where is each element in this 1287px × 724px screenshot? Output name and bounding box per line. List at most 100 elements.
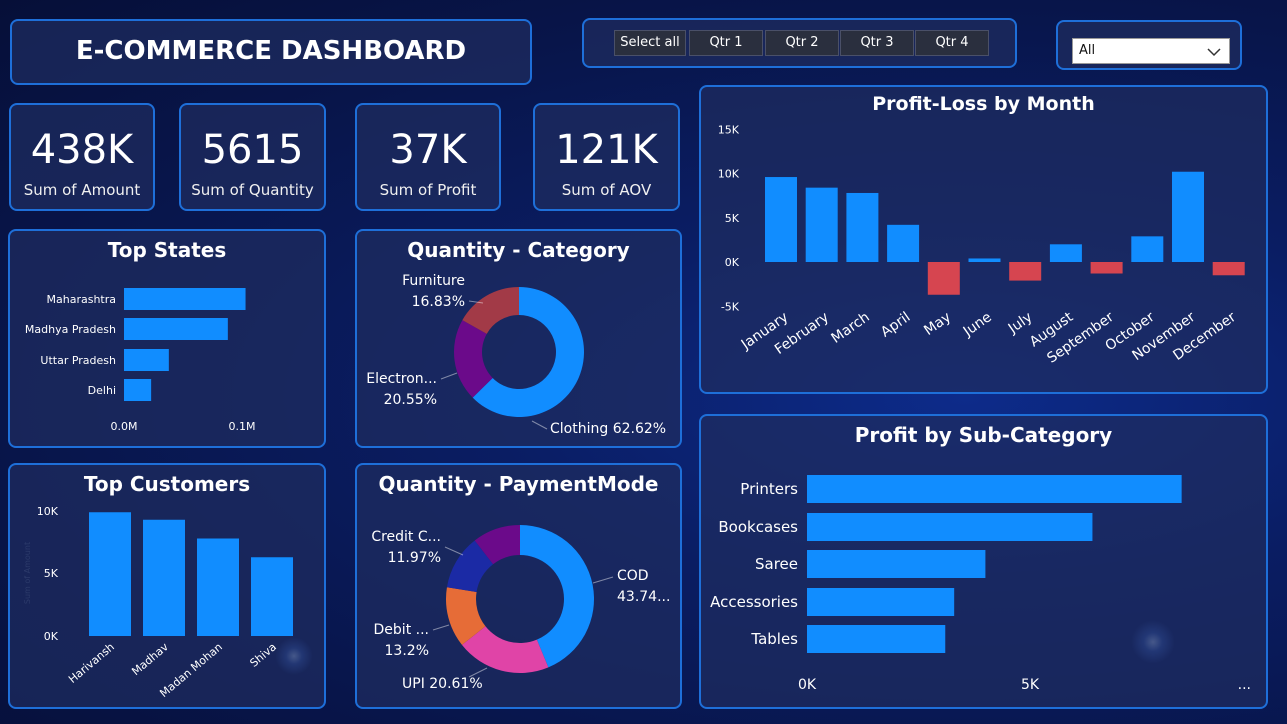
leader-line [444, 546, 464, 556]
quantity-category-chart: Clothing 62.62% Electron... 20.55% Furnitur… [366, 273, 666, 437]
kpi-label: Sum of Profit [379, 181, 477, 199]
qtr2-button[interactable]: Qtr 2 [765, 30, 839, 56]
profit-subcategory-panel: Profit by Sub-Category Printers Bookcases… [699, 414, 1268, 709]
quantity-category-panel: Quantity - Category Clothing 62.62% Elect… [355, 229, 682, 448]
leader-line [440, 372, 458, 380]
bar [251, 557, 293, 636]
kpi-value: 37K [389, 127, 467, 173]
dashboard-header: E-COMMERCE DASHBOARD [10, 19, 532, 85]
bar [807, 475, 1182, 503]
slice-pct: 43.74... [617, 589, 670, 605]
bar [124, 379, 152, 401]
bar [197, 538, 239, 636]
bar [1090, 262, 1123, 274]
kpi-card-quantity: 5615 Sum of Quantity [179, 103, 326, 211]
top-customers-chart: 10K5K0KSum of AmountHarivansh MadhavMadan… [23, 505, 293, 700]
x-tick-label: 0K [798, 677, 817, 693]
y-tick-label: 10K [718, 168, 740, 181]
leader-line [531, 420, 548, 430]
select-all-button[interactable]: Select all [614, 30, 686, 56]
bar [846, 192, 879, 262]
slice-label: Credit C... [371, 529, 441, 545]
slice-label: Clothing 62.62% [550, 421, 666, 437]
profit-loss-chart: 15K10K5K0K-5KJanuaryFebruaryMarch April Ma… [718, 123, 1245, 367]
slice-pct: 13.2% [385, 643, 429, 659]
bar [1172, 171, 1204, 262]
slice-pct: 16.83% [412, 294, 465, 310]
kpi-label: Sum of Quantity [191, 181, 314, 199]
y-tick-label: 0K [44, 630, 59, 643]
bar [1009, 262, 1042, 281]
kpi-card-aov: 121K Sum of AOV [533, 103, 680, 211]
kpi-value: 121K [555, 127, 658, 173]
bar [89, 512, 131, 636]
category-label: Madhya Pradesh [25, 323, 116, 336]
kpi-value: 438K [30, 127, 134, 173]
category-label: Maharashtra [47, 293, 117, 306]
bar [1131, 236, 1164, 262]
category-label: Saree [755, 555, 798, 573]
category-label: July [1005, 309, 1036, 337]
category-label: Accessories [710, 593, 798, 611]
y-axis-title: Sum of Amount [23, 542, 32, 604]
bar [1049, 244, 1082, 262]
x-tick-label: 0.1M [229, 420, 256, 433]
x-tick-label: 5K [1021, 677, 1040, 693]
top-customers-panel: Top Customers 10K 5K 0K Sum of Amount Hariva… [8, 463, 326, 709]
y-tick-label: 10K [37, 505, 59, 518]
leader-line [432, 624, 450, 631]
filter-dropdown[interactable]: All [1072, 38, 1230, 64]
x-tick-label: 0.0M [111, 420, 138, 433]
kpi-label: Sum of AOV [561, 181, 652, 199]
category-label: Uttar Pradesh [40, 354, 116, 367]
category-label: Delhi [88, 384, 116, 397]
category-label: Printers [740, 480, 798, 498]
chevron-down-icon [1207, 48, 1221, 57]
bar [807, 625, 946, 653]
category-label: May [921, 309, 954, 339]
category-label: June [960, 309, 995, 340]
profit-subcategory-chart: Printers Bookcases Saree Accessories Tables 0… [710, 475, 1251, 693]
kpi-label: Sum of Amount [23, 181, 141, 199]
y-tick-label: -5K [721, 300, 740, 313]
bar [124, 318, 228, 340]
quantity-payment-chart: COD 43.74... UPI 20.61% Debit ... 13.2% Credi… [371, 525, 670, 692]
filter-panel: All [1056, 20, 1242, 70]
bar [805, 187, 838, 262]
quarter-slicer: Select all Qtr 1 Qtr 2 Qtr 3 Qtr 4 [582, 18, 1017, 68]
qtr1-button[interactable]: Qtr 1 [689, 30, 763, 56]
y-tick-label: 15K [718, 123, 740, 136]
slice-pct: 20.55% [384, 392, 437, 408]
bar [124, 349, 169, 371]
slice-label: UPI 20.61% [402, 676, 483, 692]
y-tick-label: 0K [725, 256, 740, 269]
bar [1212, 262, 1245, 276]
category-label: Madhav [129, 640, 171, 678]
bar [887, 224, 920, 262]
slice-label: Furniture [402, 273, 465, 289]
qtr3-button[interactable]: Qtr 3 [840, 30, 914, 56]
kpi-card-profit: 37K Sum of Profit [355, 103, 501, 211]
bar [927, 262, 960, 295]
qtr4-button[interactable]: Qtr 4 [915, 30, 989, 56]
bar [765, 177, 797, 262]
slice-label: Debit ... [374, 622, 429, 638]
bar [807, 588, 955, 616]
category-label: Harivansh [66, 640, 117, 686]
category-label: April [878, 309, 913, 340]
filter-dropdown-value: All [1079, 43, 1096, 58]
bar [143, 519, 185, 636]
top-states-chart: Maharashtra Madhya Pradesh Uttar Pradesh De… [25, 288, 256, 433]
slice-label: COD [617, 568, 649, 584]
kpi-card-amount: 438K Sum of Amount [9, 103, 155, 211]
bar [124, 288, 246, 310]
dashboard-title: E-COMMERCE DASHBOARD [75, 36, 467, 66]
bar [807, 550, 986, 578]
kpi-value: 5615 [201, 127, 304, 173]
category-label: March [829, 309, 873, 347]
top-states-panel: Top States Maharashtra Madhya Pradesh Utta… [8, 229, 326, 448]
slice-pct: 11.97% [388, 550, 441, 566]
leader-line [592, 576, 614, 584]
slice-label: Electron... [366, 371, 437, 387]
category-label: Shiva [247, 640, 279, 669]
